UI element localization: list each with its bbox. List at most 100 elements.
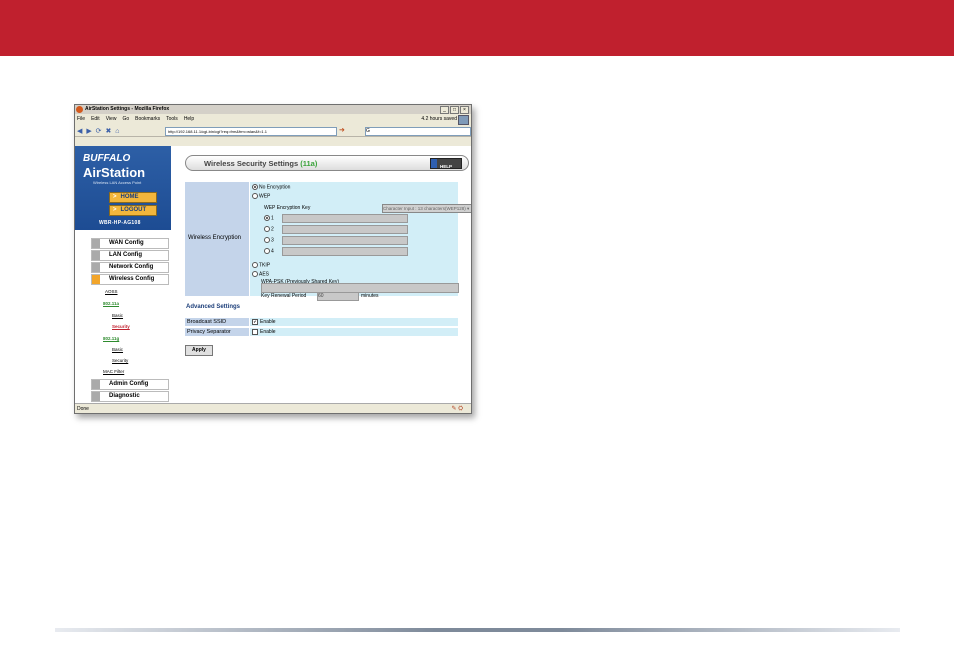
status-text: Done (77, 406, 89, 412)
help-button[interactable]: HELP (430, 158, 462, 169)
window-title: AirStation Settings - Mozilla Firefox (85, 106, 170, 112)
checkbox-label: Enable (260, 329, 276, 335)
privacy-separator-row: Enable (250, 328, 458, 336)
nav-802-11g[interactable]: 802.11g (103, 336, 119, 341)
home-button[interactable]: > HOME (109, 192, 157, 203)
nav-wireless-config[interactable]: Wireless Config (91, 274, 169, 285)
menu-view[interactable]: View (106, 116, 117, 122)
nav-wan-config[interactable]: WAN Config (91, 238, 169, 249)
menu-edit[interactable]: Edit (91, 116, 100, 122)
nav-marker-icon (92, 251, 100, 260)
help-label: HELP (440, 164, 453, 169)
logout-label: LOGOUT (120, 207, 147, 213)
radio-icon[interactable] (264, 237, 270, 243)
apply-button[interactable]: Apply (185, 345, 213, 356)
encryption-label-cell: Wireless Encryption (185, 182, 249, 296)
address-input[interactable]: http://192.168.11.1/cgi-bin/cgi?req=frm&… (165, 127, 337, 136)
menu-go[interactable]: Go (122, 116, 129, 122)
select-value: Character Input : 13 characters(WEP128) (383, 206, 466, 211)
radio-icon[interactable] (264, 226, 270, 232)
nav-label: Wireless Config (109, 276, 155, 282)
home-label: HOME (120, 194, 139, 200)
logout-button[interactable]: > LOGOUT (109, 205, 157, 216)
key-3-input[interactable] (282, 236, 408, 245)
key-4-option[interactable]: 4 (264, 248, 274, 254)
nav-g-security[interactable]: Security (112, 358, 128, 363)
renewal-input[interactable]: 60 (317, 292, 359, 301)
nav-a-security[interactable]: Security (112, 324, 130, 329)
nav-marker-icon (92, 392, 100, 401)
arrow-icon: > (113, 194, 117, 200)
status-icons: ✎ ⛭ (451, 406, 464, 412)
option-label: WEP (259, 193, 271, 200)
tkip-option[interactable]: TKIP (252, 262, 270, 268)
menu-bookmarks[interactable]: Bookmarks (135, 116, 160, 122)
nav-label: Network Config (109, 264, 154, 270)
nav-g-basic[interactable]: Basic (112, 347, 123, 352)
menu-tools[interactable]: Tools (166, 116, 178, 122)
airstation-logo: AirStation (83, 165, 146, 180)
nav-mac-filter[interactable]: MAC Filter (103, 369, 124, 374)
radio-selected-icon[interactable] (264, 215, 270, 221)
maximize-button[interactable]: □ (450, 106, 459, 114)
nav-buttons-icon[interactable]: ◀ ▶ ⟳ ✖ ⌂ (77, 127, 121, 135)
page-content: BUFFALO AirStation Wireless LAN Access P… (75, 146, 471, 403)
firefox-icon (76, 106, 83, 113)
minimize-button[interactable]: _ (440, 106, 449, 114)
menu-file[interactable]: File (77, 116, 85, 122)
aes-option[interactable]: AES (252, 271, 269, 277)
nav-admin-config[interactable]: Admin Config (91, 379, 169, 390)
checkbox-checked-icon[interactable]: ✔ (252, 318, 258, 325)
menu-help[interactable]: Help (184, 116, 194, 122)
checkbox-icon[interactable] (252, 328, 258, 335)
key-number: 2 (271, 226, 274, 233)
radio-icon[interactable] (264, 248, 270, 254)
wep-key-label: WEP Encryption Key (264, 205, 311, 211)
main-panel: Wireless Security Settings (11a) HELP Wi… (185, 146, 471, 403)
option-label: TKIP (259, 262, 271, 269)
no-encryption-option[interactable]: No Encryption (252, 184, 290, 190)
menu-bar: File Edit View Go Bookmarks Tools Help 4… (75, 115, 471, 125)
key-1-input[interactable] (282, 214, 408, 223)
psk-input[interactable] (261, 283, 459, 293)
broadcast-ssid-label: Broadcast SSID (185, 318, 249, 326)
nav-a-basic[interactable]: Basic (112, 313, 123, 318)
page-title-text: Wireless Security Settings (204, 159, 299, 168)
header-banner (0, 0, 954, 56)
broadcast-ssid-row: ✔ Enable (250, 318, 458, 326)
key-number: 3 (271, 237, 274, 244)
wep-key-select[interactable]: Character Input : 13 characters(WEP128) … (382, 204, 471, 213)
page-title: Wireless Security Settings (11a) (204, 159, 317, 168)
key-2-option[interactable]: 2 (264, 226, 274, 232)
key-3-option[interactable]: 3 (264, 237, 274, 243)
key-1-option[interactable]: 1 (264, 215, 274, 221)
radio-icon[interactable] (252, 262, 258, 268)
nav-diagnostic[interactable]: Diagnostic (91, 391, 169, 402)
nav-label: LAN Config (109, 252, 142, 258)
arrow-icon: > (113, 207, 117, 213)
radio-icon[interactable] (252, 271, 258, 277)
model-name: WBR-HP-AG108 (99, 220, 141, 226)
title-bar: AirStation Settings - Mozilla Firefox _ … (75, 105, 471, 114)
bottom-divider (55, 628, 900, 632)
throbber-icon (458, 115, 469, 125)
sidebar: BUFFALO AirStation Wireless LAN Access P… (75, 146, 171, 403)
search-input[interactable]: G (365, 127, 471, 136)
radio-selected-icon[interactable] (252, 184, 258, 190)
nav-marker-icon (92, 275, 100, 284)
nav-aoss[interactable]: AOSS (105, 289, 118, 294)
go-icon[interactable]: ➜ (339, 126, 345, 134)
radio-icon[interactable] (252, 193, 258, 199)
key-4-input[interactable] (282, 247, 408, 256)
close-button[interactable]: × (460, 106, 469, 114)
nav-802-11a[interactable]: 802.11a (103, 301, 119, 306)
window-controls: _ □ × (440, 106, 469, 114)
nav-lan-config[interactable]: LAN Config (91, 250, 169, 261)
nav-label: Admin Config (109, 381, 149, 387)
nav-network-config[interactable]: Network Config (91, 262, 169, 273)
renewal-label: Key Renewal Period (261, 293, 307, 299)
key-2-input[interactable] (282, 225, 408, 234)
wep-option[interactable]: WEP (252, 193, 270, 199)
sidebar-header: BUFFALO AirStation Wireless LAN Access P… (75, 146, 171, 230)
navigation-toolbar: ◀ ▶ ⟳ ✖ ⌂ http://192.168.11.1/cgi-bin/cg… (75, 125, 471, 137)
